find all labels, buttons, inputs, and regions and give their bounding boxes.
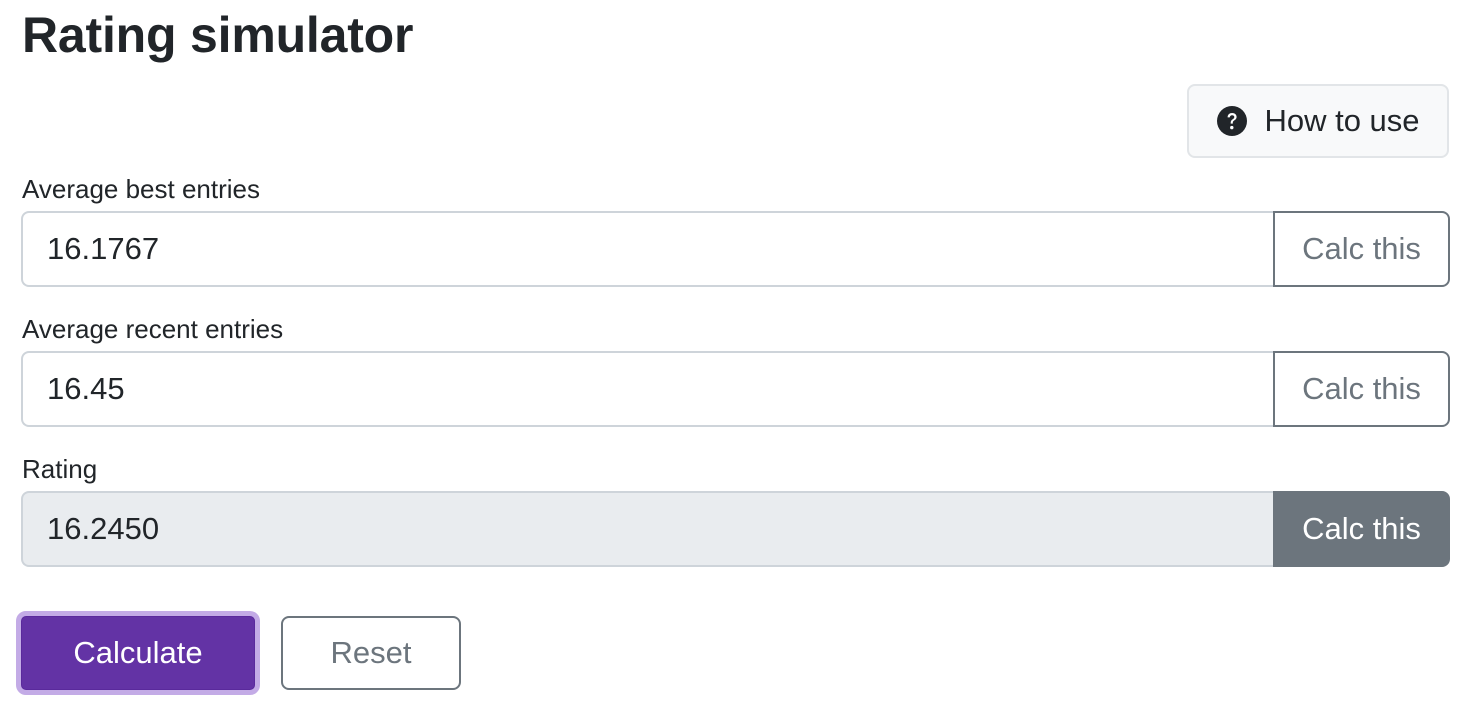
how-to-use-label: How to use: [1264, 103, 1420, 138]
calculate-button[interactable]: Calculate: [16, 611, 260, 695]
average-best-entries-group: Calc this: [21, 211, 1450, 287]
calc-rating-button[interactable]: Calc this: [1273, 491, 1450, 567]
question-circle-icon: [1217, 106, 1248, 136]
calc-average-best-entries-button[interactable]: Calc this: [1273, 211, 1450, 287]
rating-simulator-page: Rating simulator How to use Average best…: [0, 0, 1472, 714]
rating-input[interactable]: [21, 491, 1273, 567]
average-recent-entries-input[interactable]: [21, 351, 1273, 427]
field-label-average-best-entries: Average best entries: [22, 174, 260, 204]
how-to-use-button[interactable]: How to use: [1187, 84, 1449, 158]
reset-button[interactable]: Reset: [281, 616, 461, 690]
page-title: Rating simulator: [22, 7, 414, 63]
field-label-rating: Rating: [22, 454, 98, 484]
average-recent-entries-group: Calc this: [21, 351, 1450, 427]
calc-average-recent-entries-button[interactable]: Calc this: [1273, 351, 1450, 427]
average-best-entries-input[interactable]: [21, 211, 1273, 287]
rating-group: Calc this: [21, 491, 1450, 567]
field-label-average-recent-entries: Average recent entries: [22, 314, 284, 344]
